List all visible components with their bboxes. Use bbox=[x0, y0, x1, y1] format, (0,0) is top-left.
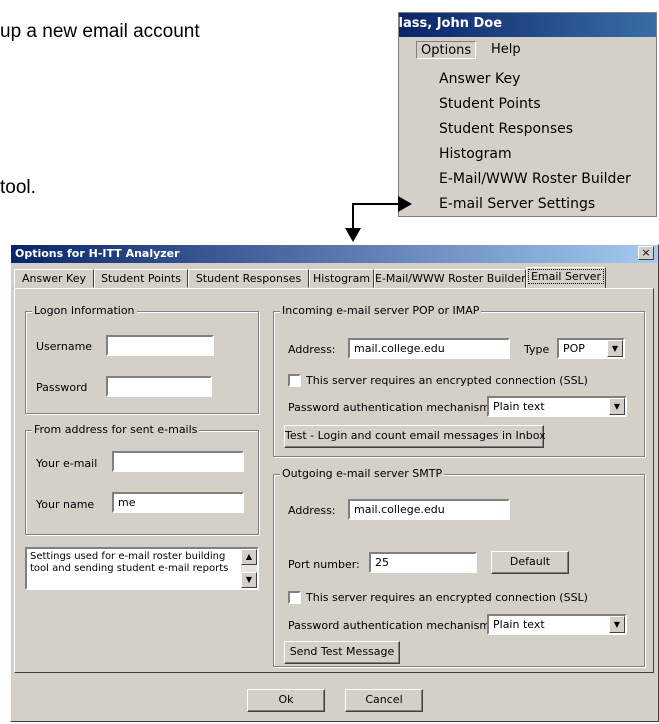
tab-student-responses[interactable]: Student Responses bbox=[188, 269, 309, 288]
outgoing-address-input[interactable]: mail.college.edu bbox=[348, 499, 510, 520]
settings-info-box[interactable]: Settings used for e-mail roster building… bbox=[25, 547, 259, 590]
incoming-server-group-label: Incoming e-mail server POP or IMAP bbox=[280, 304, 482, 317]
password-label: Password bbox=[36, 381, 88, 394]
menu-item-answer-key[interactable]: Answer Key bbox=[439, 71, 520, 87]
outgoing-auth-select[interactable]: Plain text ▼ bbox=[487, 614, 627, 635]
menu-help[interactable]: Help bbox=[487, 41, 525, 59]
server-type-value: POP bbox=[563, 342, 585, 355]
incoming-auth-label: Password authentication mechanism bbox=[288, 401, 491, 414]
ok-button[interactable]: Ok bbox=[247, 689, 325, 712]
incoming-address-label: Address: bbox=[288, 343, 336, 356]
arrow-head-right-icon bbox=[398, 196, 412, 212]
incoming-auth-value: Plain text bbox=[493, 400, 545, 413]
menu-item-email-server-settings[interactable]: E-mail Server Settings bbox=[439, 196, 595, 212]
send-test-message-button[interactable]: Send Test Message bbox=[284, 641, 400, 664]
chevron-down-icon[interactable]: ▼ bbox=[609, 616, 625, 633]
server-type-label: Type bbox=[524, 343, 550, 356]
port-number-label: Port number: bbox=[288, 558, 360, 571]
settings-info-text: Settings used for e-mail roster building… bbox=[30, 551, 229, 574]
server-type-select[interactable]: POP ▼ bbox=[557, 338, 625, 359]
incoming-ssl-checkbox[interactable] bbox=[288, 374, 301, 387]
info-scrollbar[interactable]: ▲ ▼ bbox=[241, 549, 257, 588]
incoming-auth-select[interactable]: Plain text ▼ bbox=[487, 396, 627, 417]
dialog-title: Options for H-ITT Analyzer bbox=[15, 247, 180, 260]
your-name-input[interactable]: me bbox=[112, 492, 244, 513]
test-login-button[interactable]: Test - Login and count email messages in… bbox=[284, 425, 546, 448]
port-number-input[interactable]: 25 bbox=[369, 552, 477, 573]
tab-email-server-label: Email Server bbox=[527, 269, 605, 284]
doc-text-line2: tool. bbox=[0, 177, 36, 198]
close-button[interactable]: × bbox=[638, 246, 654, 260]
menu-item-student-responses[interactable]: Student Responses bbox=[439, 121, 573, 137]
arrow-horizontal bbox=[352, 203, 404, 205]
menu-bar: Options Help bbox=[399, 37, 656, 63]
options-dialog: Options for H-ITT Analyzer × Answer Key … bbox=[10, 244, 659, 722]
options-menu-popup: Class, John Doe Options Help Answer Key … bbox=[398, 12, 657, 217]
scroll-up-icon[interactable]: ▲ bbox=[241, 549, 257, 565]
outgoing-auth-label: Password authentication mechanism bbox=[288, 619, 491, 632]
tab-roster-builder[interactable]: E-Mail/WWW Roster Builder bbox=[374, 269, 526, 288]
your-name-label: Your name bbox=[36, 498, 95, 511]
tab-email-server[interactable]: Email Server bbox=[526, 267, 606, 289]
menu-options[interactable]: Options bbox=[416, 41, 477, 59]
dialog-titlebar: Options for H-ITT Analyzer × bbox=[11, 245, 658, 263]
outgoing-server-group-label: Outgoing e-mail server SMTP bbox=[280, 467, 445, 480]
incoming-server-group: Incoming e-mail server POP or IMAP Addre… bbox=[273, 304, 645, 457]
outgoing-auth-value: Plain text bbox=[493, 618, 545, 631]
arrow-vertical bbox=[352, 203, 354, 231]
from-address-group-label: From address for sent e-mails bbox=[32, 423, 200, 436]
window-title: Class, John Doe bbox=[398, 16, 503, 31]
window-titlebar: Class, John Doe bbox=[398, 13, 656, 37]
doc-text-line1: up a new email account bbox=[0, 21, 200, 42]
outgoing-ssl-checkbox[interactable] bbox=[288, 591, 301, 604]
default-port-button[interactable]: Default bbox=[491, 551, 569, 574]
incoming-address-input[interactable]: mail.college.edu bbox=[348, 338, 510, 359]
your-email-label: Your e-mail bbox=[36, 457, 98, 470]
your-email-input[interactable] bbox=[112, 451, 244, 472]
menu-item-roster-builder[interactable]: E-Mail/WWW Roster Builder bbox=[439, 171, 631, 187]
logon-group: Logon Information Username Password bbox=[25, 304, 259, 414]
arrow-head-down-icon bbox=[345, 228, 361, 242]
scroll-down-icon[interactable]: ▼ bbox=[241, 572, 257, 588]
incoming-ssl-label: This server requires an encrypted connec… bbox=[306, 374, 588, 387]
from-address-group: From address for sent e-mails Your e-mai… bbox=[25, 423, 259, 535]
logon-group-label: Logon Information bbox=[32, 304, 137, 317]
password-input[interactable] bbox=[106, 376, 212, 397]
chevron-down-icon[interactable]: ▼ bbox=[609, 398, 625, 415]
chevron-down-icon[interactable]: ▼ bbox=[607, 340, 623, 357]
username-input[interactable] bbox=[106, 335, 214, 356]
menu-item-student-points[interactable]: Student Points bbox=[439, 96, 541, 112]
username-label: Username bbox=[36, 340, 93, 353]
menu-item-histogram[interactable]: Histogram bbox=[439, 146, 512, 162]
email-server-panel: Logon Information Username Password From… bbox=[14, 288, 654, 673]
tab-answer-key[interactable]: Answer Key bbox=[14, 269, 94, 288]
outgoing-address-label: Address: bbox=[288, 504, 336, 517]
outgoing-ssl-label: This server requires an encrypted connec… bbox=[306, 591, 588, 604]
cancel-button[interactable]: Cancel bbox=[345, 689, 423, 712]
tab-student-points[interactable]: Student Points bbox=[94, 269, 188, 288]
tab-histogram[interactable]: Histogram bbox=[309, 269, 374, 288]
outgoing-server-group: Outgoing e-mail server SMTP Address: mai… bbox=[273, 467, 645, 667]
